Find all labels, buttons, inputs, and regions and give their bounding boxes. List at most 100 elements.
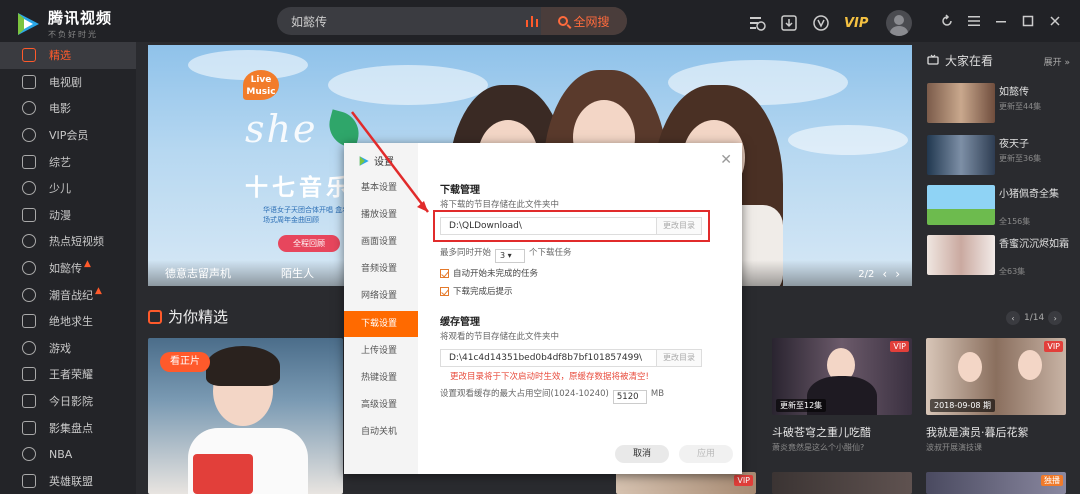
video-card[interactable]: VIP 更新至12集 (772, 338, 912, 415)
trending-item-sub: 更新至36集 (999, 154, 1042, 163)
thumbnail (927, 83, 995, 123)
settings-dialog: 设置 基本设置 播放设置 画面设置 音频设置 网络设置 下载设置 上传设置 热键… (344, 143, 742, 474)
change-cache-dir-button[interactable]: 更改目录 (656, 350, 701, 366)
sidebar-item-variety[interactable]: 综艺 (0, 148, 136, 175)
settings-nav-display[interactable]: 画面设置 (344, 229, 418, 255)
settings-nav-playback[interactable]: 播放设置 (344, 202, 418, 228)
section-page-count: 1/14 (1024, 313, 1045, 323)
highlight-annotation-box (433, 210, 710, 242)
close-icon[interactable]: ✕ (720, 152, 732, 168)
trending-item[interactable]: 香蜜沉沉烬如霜 全63集 (927, 235, 1077, 277)
minimize-icon[interactable] (992, 12, 1010, 30)
vip-circle-icon[interactable] (810, 12, 832, 34)
menu-icon[interactable] (965, 12, 983, 30)
cache-size-label: 设置观看缓存的最大占用空间(1024-10240) (440, 389, 609, 399)
apply-button[interactable]: 应用 (679, 445, 733, 463)
video-card-title[interactable]: 我就是演员·暮后花絮 (926, 424, 1029, 440)
app-logo[interactable]: 腾讯视频 不负好时光 (14, 7, 112, 40)
audio-bars-icon[interactable] (525, 14, 539, 28)
sidebar-item-lol[interactable]: 英雄联盟 (0, 468, 136, 494)
search-input[interactable] (291, 7, 511, 35)
heart-icon (22, 234, 36, 249)
chevron-left-icon[interactable]: ‹ (882, 267, 887, 281)
download-description: 将下载的节目存储在此文件夹中 (440, 200, 560, 210)
settings-nav-audio[interactable]: 音频设置 (344, 256, 418, 282)
close-icon[interactable] (1046, 12, 1064, 30)
banner-replay-button[interactable]: 全程回顾 (278, 235, 340, 252)
sidebar-item-kids[interactable]: 少儿 (0, 175, 136, 202)
settings-nav-auto-shutdown[interactable]: 自动关机 (344, 419, 418, 445)
cache-description: 将观看的节目存储在此文件夹中 (440, 332, 560, 342)
video-card-title[interactable]: 斗破苍穹之重儿吃醋 (772, 424, 871, 440)
maximize-icon[interactable] (1019, 12, 1037, 30)
video-card[interactable]: 独播 (926, 472, 1066, 494)
chevron-right-icon[interactable]: › (895, 267, 900, 281)
sidebar-item-featured[interactable]: 精选 (0, 42, 136, 69)
performer-hair (206, 346, 280, 386)
sidebar-item-nba[interactable]: NBA (0, 441, 136, 468)
settings-nav-upload[interactable]: 上传设置 (344, 338, 418, 364)
search-icon (558, 16, 569, 26)
thumbnail (927, 185, 995, 225)
sidebar-item-today-cinema[interactable]: 今日影院 (0, 388, 136, 415)
sidebar-item-short-video[interactable]: 热点短视频 (0, 228, 136, 255)
character-face (1018, 350, 1042, 380)
notify-done-checkbox[interactable]: 下载完成后提示 (440, 285, 513, 297)
settings-nav-advanced[interactable]: 高级设置 (344, 392, 418, 418)
search-all-button[interactable]: 全网搜 (541, 7, 627, 35)
featured-card[interactable]: 看正片 (148, 338, 343, 494)
banner-caption[interactable]: 德意志留声机 (165, 265, 231, 281)
sidebar-item-label: 英雄联盟 (49, 474, 93, 488)
trending-item-sub: 全63集 (999, 267, 1026, 276)
chevron-right-icon[interactable]: › (1048, 311, 1063, 325)
refresh-icon[interactable] (938, 12, 956, 30)
download-icon[interactable] (778, 12, 800, 34)
sidebar-item-chaoyin[interactable]: 潮音战纪 ▲ (0, 281, 136, 308)
cache-path-field[interactable]: D:\41c4d14351bed0b4df8b7bf101857499\ 更改目… (440, 349, 702, 367)
checkbox-checked-icon (440, 268, 449, 278)
sidebar-item-vip[interactable]: VIP会员 (0, 122, 136, 149)
trending-item[interactable]: 如懿传 更新至44集 (927, 83, 1077, 125)
settings-nav-download[interactable]: 下载设置 (344, 311, 418, 337)
sidebar-item-games[interactable]: 游戏 (0, 335, 136, 362)
expand-link[interactable]: 展开 » (1044, 55, 1070, 68)
trending-item-name: 夜天子 (999, 139, 1029, 150)
sidebar-item-honor-of-kings[interactable]: 王者荣耀 (0, 361, 136, 388)
sidebar-item-ruyi[interactable]: 如懿传 ▲ (0, 255, 136, 282)
sidebar-item-movie[interactable]: 电影 (0, 95, 136, 122)
sidebar-item-label: 影集盘点 (49, 421, 93, 435)
video-card[interactable] (772, 472, 912, 494)
sidebar-item-collections[interactable]: 影集盘点 (0, 414, 136, 441)
settings-nav-network[interactable]: 网络设置 (344, 283, 418, 309)
settings-nav-hotkeys[interactable]: 热键设置 (344, 365, 418, 391)
section-pager: ‹ 1/14 › (1002, 311, 1066, 325)
settings-nav-basic[interactable]: 基本设置 (344, 175, 418, 201)
thumbnail (927, 235, 995, 275)
trending-item[interactable]: 夜天子 更新至36集 (927, 135, 1077, 177)
checkbox-checked-icon (440, 286, 449, 296)
trending-item[interactable]: 小猪佩奇全集 全156集 (927, 185, 1077, 227)
auto-start-checkbox[interactable]: 自动开始未完成的任务 (440, 267, 538, 279)
max-tasks-select[interactable]: 3 ▾ (495, 249, 526, 263)
video-card[interactable]: VIP 2018-09-08 期 (926, 338, 1066, 415)
video-card-subtitle: 萧炎竟然是这么个小醋仙? (772, 443, 865, 452)
sidebar-item-tv[interactable]: 电视剧 (0, 69, 136, 96)
tencent-video-logo-icon (358, 155, 370, 167)
sidebar-item-label: 电视剧 (49, 75, 82, 89)
sidebar-item-pubg[interactable]: 绝地求生 (0, 308, 136, 335)
sidebar-item-anime[interactable]: 动漫 (0, 202, 136, 229)
video-card[interactable]: VIP (616, 472, 756, 494)
watch-full-badge[interactable]: 看正片 (160, 352, 210, 372)
chevron-left-icon[interactable]: ‹ (1006, 311, 1020, 325)
auto-start-label: 自动开始未完成的任务 (453, 269, 539, 279)
cancel-button[interactable]: 取消 (615, 445, 669, 463)
banner-caption[interactable]: 陌生人 (281, 265, 314, 281)
section-title: 为你精选 (168, 308, 229, 326)
cache-size-input[interactable]: 5120 (612, 390, 647, 404)
avatar[interactable] (886, 10, 913, 36)
sidebar-item-label: 热点短视频 (49, 235, 104, 249)
app-slogan: 不负好时光 (48, 30, 98, 39)
history-icon[interactable] (746, 12, 768, 34)
vip-link[interactable]: VIP (844, 16, 868, 31)
thumbs-up-icon (22, 48, 36, 63)
